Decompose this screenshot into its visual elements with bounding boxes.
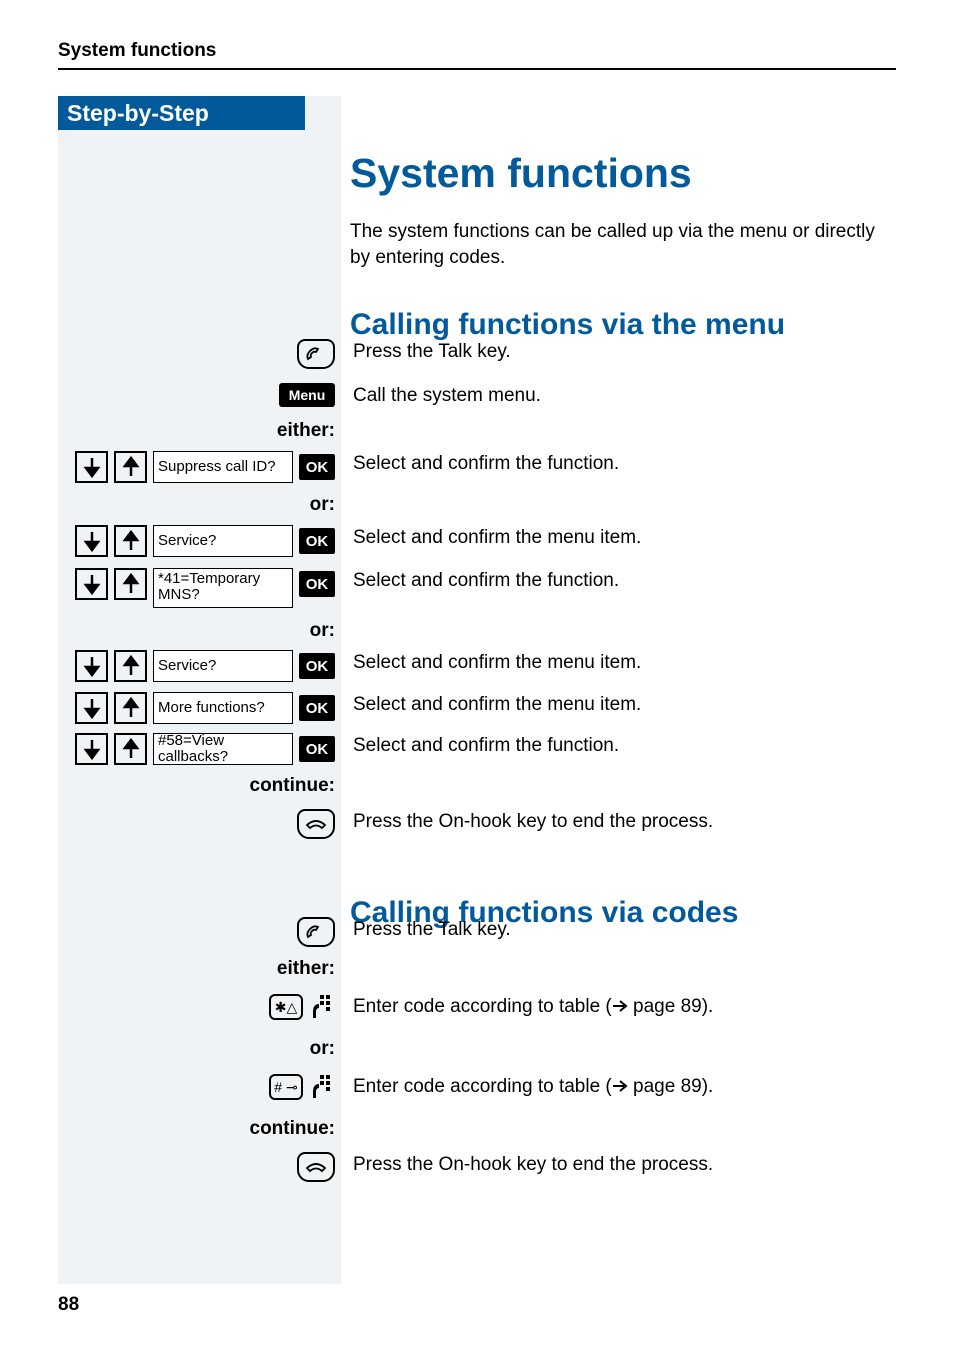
row-service1: Service? OK Select and confirm the menu … [58, 525, 896, 557]
intro-text: The system functions can be called up vi… [350, 219, 896, 270]
either-label: either: [58, 958, 341, 980]
arrow-up-icon [114, 568, 147, 600]
talk-desc: Press the Talk key. [341, 339, 896, 363]
callbacks-desc: Select and confirm the function. [341, 733, 896, 757]
onhook1-desc: Press the On-hook key to end the process… [341, 809, 896, 833]
code1-desc: Enter code according to table ( page 89)… [341, 994, 896, 1018]
suppress-desc: Select and confirm the function. [341, 451, 896, 475]
either-label: either: [58, 420, 341, 442]
row-service2: Service? OK Select and confirm the menu … [58, 650, 896, 682]
ok-button: OK [299, 736, 335, 762]
arrow-down-icon [75, 650, 108, 682]
or-label: or: [58, 1038, 341, 1060]
talk-key-icon [297, 339, 335, 369]
arrow-down-icon [75, 451, 108, 483]
arrow-up-icon [114, 692, 147, 724]
onhook2-desc: Press the On-hook key to end the process… [341, 1152, 896, 1176]
row-code2: # ⊸ Enter code according to table ( page… [58, 1074, 896, 1105]
sidebar-title-text: Step-by-Step [67, 100, 209, 127]
arrow-up-icon [114, 733, 147, 765]
menu-item-suppress: Suppress call ID? [153, 451, 293, 483]
arrow-up-icon [114, 525, 147, 557]
hash-key-icon: # ⊸ [269, 1074, 303, 1100]
row-or1: or: [58, 494, 896, 516]
content-area: System functions The system functions ca… [350, 140, 896, 360]
row-temp: *41=Temporary MNS? OK Select and confirm… [58, 568, 896, 608]
service1-desc: Select and confirm the menu item. [341, 525, 896, 549]
arrow-down-icon [75, 733, 108, 765]
code2-pre: Enter code according to table ( [353, 1076, 612, 1097]
section1-title: Calling functions via the menu [350, 308, 896, 342]
arrow-down-icon [75, 568, 108, 600]
row-continue1: continue: [58, 775, 896, 797]
onhook-key-icon [297, 809, 335, 839]
more-desc: Select and confirm the menu item. [341, 692, 896, 716]
or-label: or: [58, 620, 341, 642]
keypad-icon [309, 994, 335, 1025]
continue-label: continue: [58, 775, 341, 797]
ok-button: OK [299, 695, 335, 721]
code1-pre: Enter code according to table ( [353, 996, 612, 1017]
ok-button: OK [299, 454, 335, 480]
ok-button: OK [299, 528, 335, 554]
row-either: either: [58, 420, 896, 442]
menu-item-service2: Service? [153, 650, 293, 682]
menu-item-service: Service? [153, 525, 293, 557]
page-header: System functions [58, 40, 896, 70]
row-onhook2: Press the On-hook key to end the process… [58, 1152, 896, 1182]
row-continue2: continue: [58, 1118, 896, 1140]
arrow-up-icon [114, 451, 147, 483]
arrow-right-icon [612, 996, 628, 1017]
menu-key: Menu [279, 383, 335, 407]
star-key-icon: ✱△ [269, 994, 303, 1020]
row-talk-key: Press the Talk key. [58, 339, 896, 369]
service2-desc: Select and confirm the menu item. [341, 650, 896, 674]
continue-label: continue: [58, 1118, 341, 1140]
code1-ref: page 89). [628, 996, 714, 1017]
onhook-key-icon [297, 1152, 335, 1182]
sidebar-background [58, 96, 341, 1284]
ok-button: OK [299, 653, 335, 679]
row-more: More functions? OK Select and confirm th… [58, 692, 896, 724]
arrow-up-icon [114, 650, 147, 682]
temp-desc: Select and confirm the function. [341, 568, 896, 592]
row-talk2: Press the Talk key. [58, 917, 896, 947]
arrow-right-icon [612, 1076, 628, 1097]
menu-item-more: More functions? [153, 692, 293, 724]
row-onhook1: Press the On-hook key to end the process… [58, 809, 896, 839]
menu-item-temp: *41=Temporary MNS? [153, 568, 293, 608]
or-label: or: [58, 494, 341, 516]
row-either2: either: [58, 958, 896, 980]
menu-item-callbacks: #58=View callbacks? [153, 733, 293, 765]
talk-key-icon [297, 917, 335, 947]
code2-ref: page 89). [628, 1076, 714, 1097]
arrow-down-icon [75, 525, 108, 557]
code2-desc: Enter code according to table ( page 89)… [341, 1074, 896, 1098]
page-number: 88 [58, 1294, 79, 1316]
arrow-down-icon [75, 692, 108, 724]
row-callbacks: #58=View callbacks? OK Select and confir… [58, 733, 896, 765]
row-or3: or: [58, 1038, 896, 1060]
row-menu-key: Menu Call the system menu. [58, 383, 896, 407]
page-title: System functions [350, 150, 896, 197]
row-suppress: Suppress call ID? OK Select and confirm … [58, 451, 896, 483]
header-title: System functions [58, 40, 216, 61]
row-or2: or: [58, 620, 896, 642]
keypad-icon [309, 1074, 335, 1105]
talk2-desc: Press the Talk key. [341, 917, 896, 941]
row-code1: ✱△ Enter code according to table ( page … [58, 994, 896, 1025]
ok-button: OK [299, 571, 335, 597]
menu-desc: Call the system menu. [341, 383, 896, 407]
sidebar-title: Step-by-Step [58, 96, 305, 130]
